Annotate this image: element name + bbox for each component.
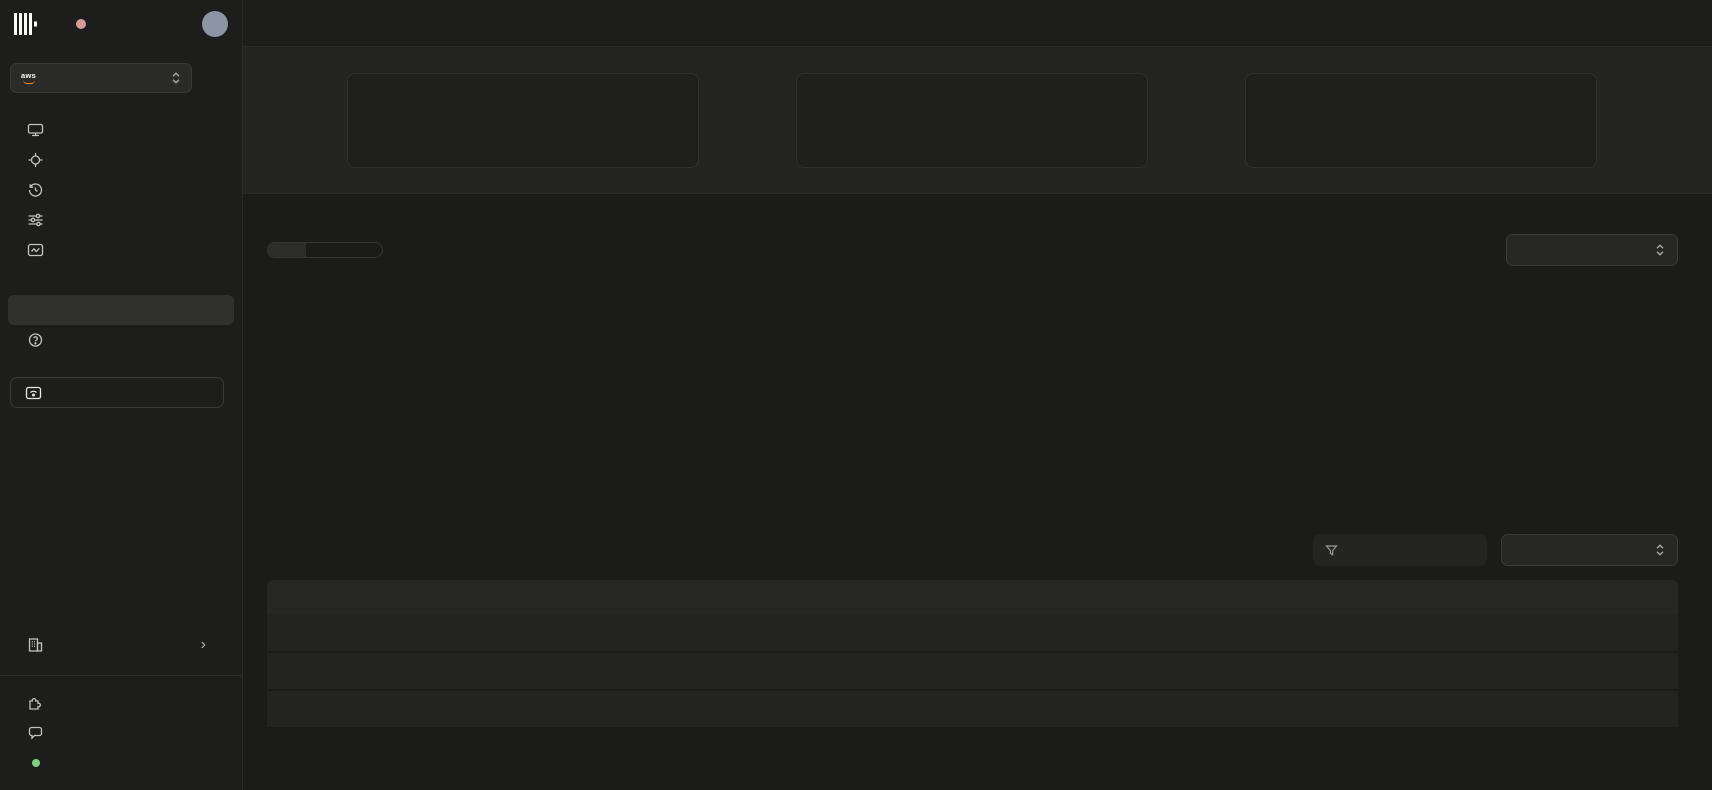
sidebar-item-help[interactable] [0,325,242,355]
status-ok-icon [32,759,40,767]
sidebar-item-data-sources[interactable] [0,145,242,175]
stat-card-p50-latency [796,73,1148,168]
chevron-updown-icon [171,71,181,85]
col-runs[interactable] [951,580,1049,614]
sidebar-item-service-health[interactable] [0,265,242,295]
chevron-updown-icon [1655,543,1665,557]
table-row[interactable] [267,614,1678,652]
chart-legend [267,503,1678,506]
sidebar-nav [0,115,242,355]
col-avg-written[interactable] [1144,580,1279,614]
chart-tabs [267,242,383,258]
chevron-updown-icon [1655,243,1665,257]
add-service-button[interactable] [206,65,232,91]
stat-card-errors [1245,73,1597,168]
main-area [243,0,1712,790]
recent-queries-controls [1313,534,1678,566]
chart-controls [267,234,1678,266]
service-row: aws [10,63,232,93]
chat-support-link[interactable] [0,718,242,748]
tab-latency[interactable] [306,243,344,257]
legend-item-other[interactable] [1010,503,1032,506]
table-header-row [267,580,1678,614]
filter-queries-input[interactable] [1346,543,1466,558]
data-sources-icon [27,152,44,168]
funnel-icon [1325,544,1338,557]
sidebar-item-monitoring[interactable] [0,235,242,265]
recent-queries-header [267,534,1678,566]
chevron-right-icon: › [201,636,206,654]
console-icon [27,122,44,138]
filter-queries-field[interactable] [1313,534,1487,566]
legend-swatch-other [1010,503,1025,506]
help-icon [27,332,44,348]
legend-swatch-insert [962,503,977,506]
col-avg-mem[interactable] [1402,580,1537,614]
recent-queries-table [267,580,1678,729]
stats-row [243,47,1712,194]
query-volume-chart [267,284,1678,506]
tab-query-volume[interactable] [268,243,306,257]
legend-swatch-select [914,503,929,506]
service-selector[interactable]: aws [10,63,192,93]
clickhouse-logo-icon [14,13,41,35]
connect-button[interactable] [10,377,224,408]
user-avatar[interactable] [202,11,228,37]
sidebar-item-settings[interactable] [0,205,242,235]
content [243,194,1712,790]
stat-card-query-volume [347,73,699,168]
clickhouse-console: aws [0,0,1712,790]
sidebar-item-sql-console[interactable] [0,115,242,145]
organization-icon [27,637,44,653]
time-period-control [1493,234,1678,266]
connect-icon [25,385,42,401]
col-avg-read[interactable] [1279,580,1402,614]
sidebar-item-backups[interactable] [0,175,242,205]
system-status[interactable] [0,748,242,778]
table-row[interactable] [267,690,1678,728]
col-query[interactable] [267,580,719,614]
tab-errors[interactable] [344,243,382,257]
sidebar-footer: › [0,621,242,790]
monitoring-icon [27,242,44,258]
aws-icon: aws [21,72,36,85]
notification-dot [76,19,86,29]
columns-select[interactable] [1501,534,1678,566]
integrations-link[interactable] [0,688,242,718]
topbar [243,0,1712,47]
table-row[interactable] [267,652,1678,690]
sidebar: aws [0,0,243,790]
col-user[interactable] [719,580,951,614]
col-p50[interactable] [1049,580,1144,614]
organization-selector[interactable]: › [0,629,242,661]
logo-row [0,0,242,37]
legend-item-select[interactable] [914,503,936,506]
time-period-select[interactable] [1506,234,1678,266]
legend-item-insert[interactable] [962,503,984,506]
chat-icon [27,725,44,741]
sidebar-item-query-insights[interactable] [8,295,234,325]
sidebar-divider [0,675,242,676]
col-last-run[interactable] [1537,580,1678,614]
chart-plot [267,284,1678,496]
backups-icon [27,182,44,198]
integrations-icon [27,695,44,711]
settings-icon [27,212,44,228]
